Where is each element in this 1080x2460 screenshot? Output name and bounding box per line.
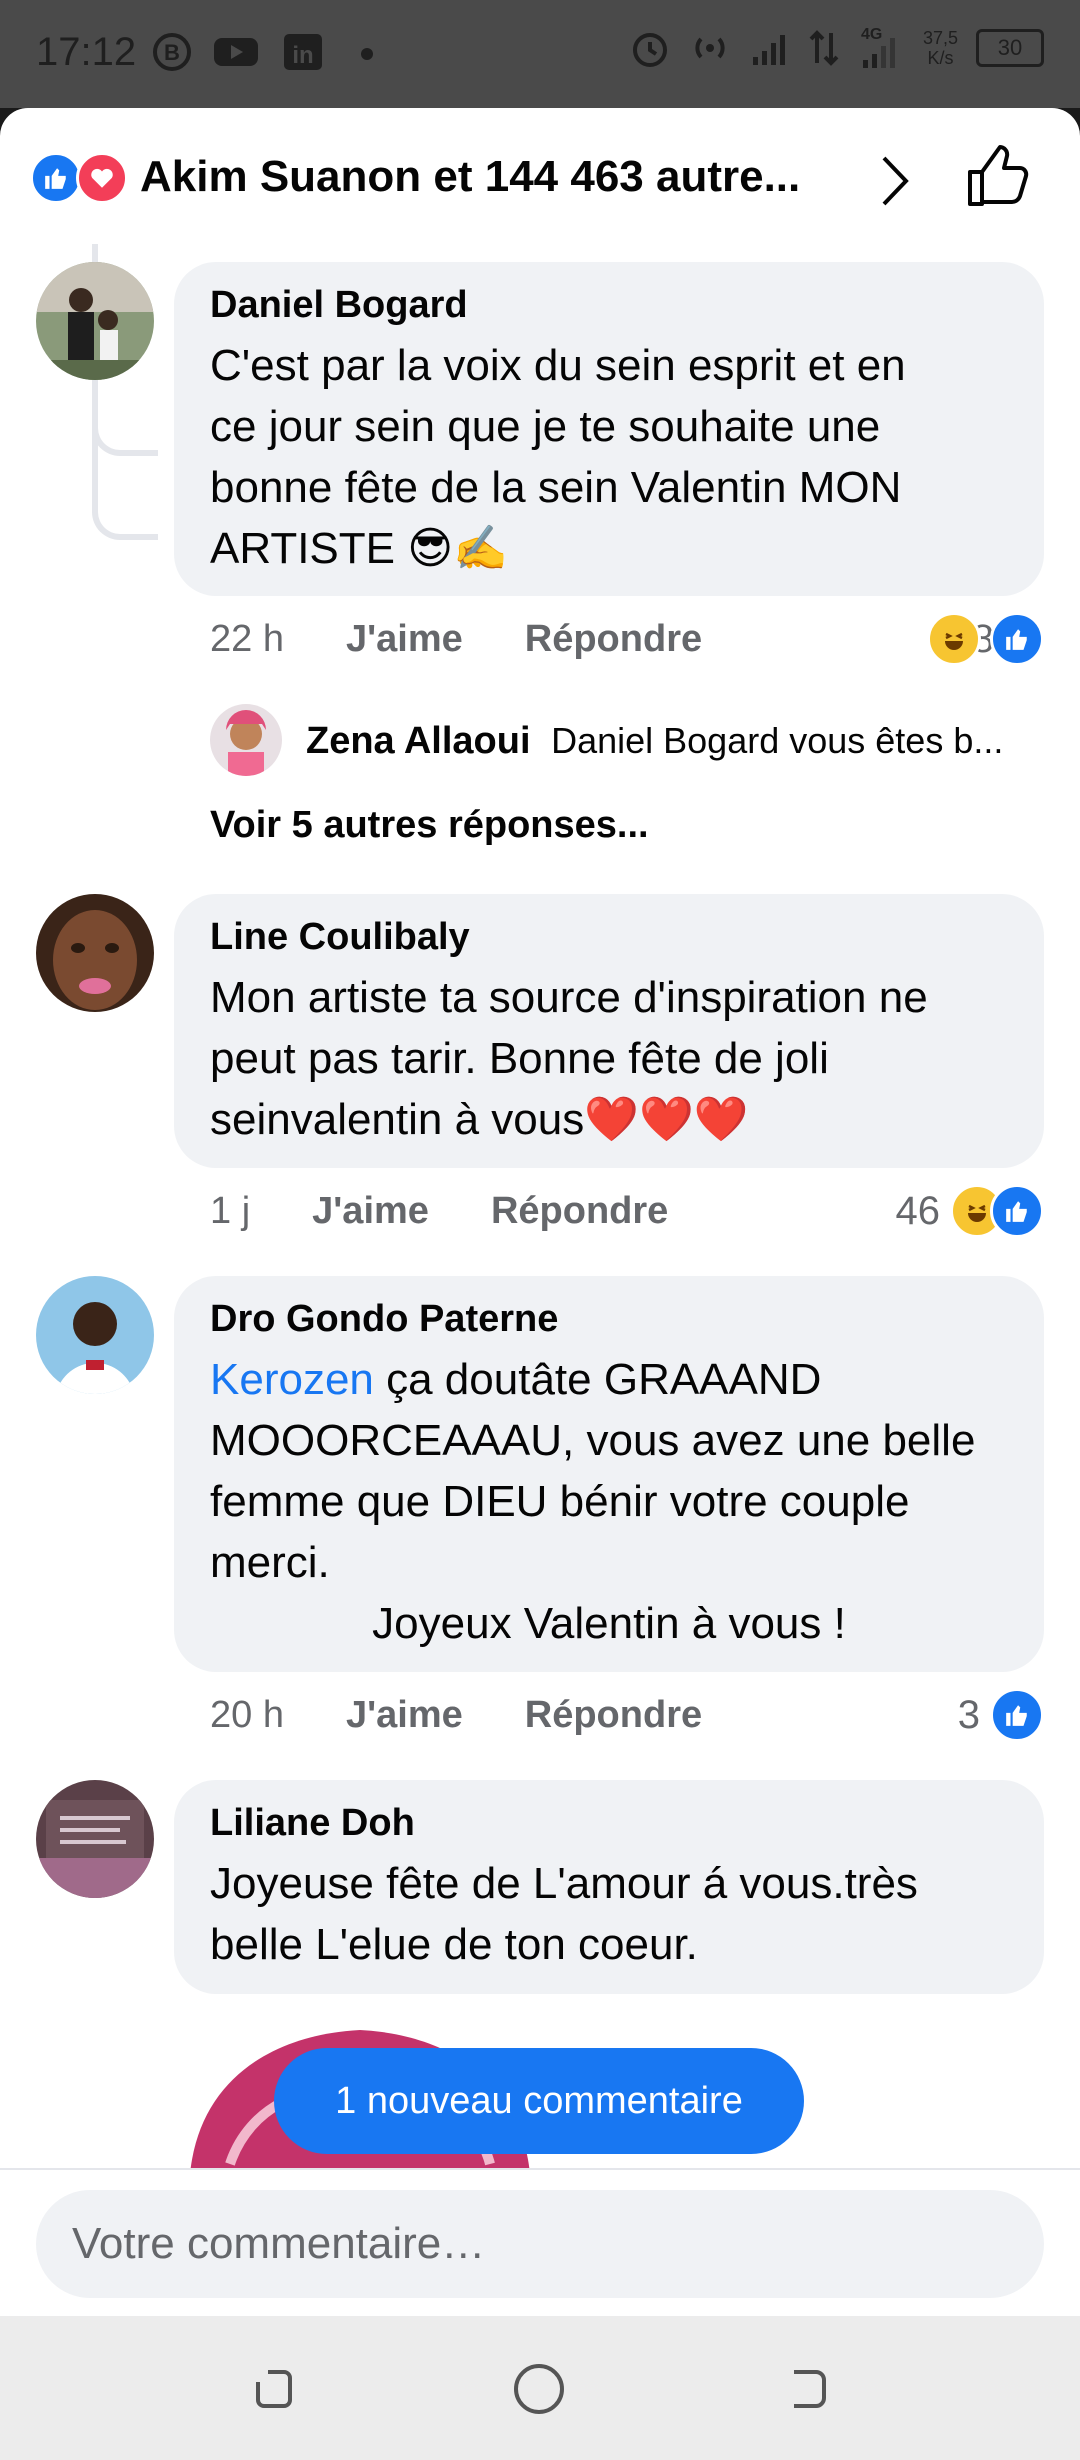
comment-time: 22 h — [210, 618, 284, 660]
dot-icon — [361, 48, 373, 60]
reply-link[interactable]: Répondre — [491, 1190, 668, 1233]
like-link[interactable]: J'aime — [346, 1694, 463, 1737]
new-comment-button[interactable]: 1 nouveau commentaire — [274, 2048, 804, 2154]
reaction-count: 46 — [895, 1188, 941, 1233]
avatar[interactable] — [36, 1276, 154, 1394]
reactions-summary[interactable]: Akim Suanon et 144 463 autre... — [140, 152, 800, 202]
battery-indicator: 30 — [976, 29, 1044, 67]
reply-text: Daniel Bogard vous êtes b... — [551, 720, 1004, 761]
like-button-icon[interactable] — [966, 144, 1030, 208]
linkedin-icon: in — [284, 34, 322, 70]
view-more-replies-link[interactable]: Voir 5 autres réponses... — [210, 804, 649, 847]
svg-text:B: B — [164, 40, 180, 65]
comment-bubble[interactable]: Daniel Bogard C'est par la voix du sein … — [174, 262, 1044, 596]
like-link[interactable]: J'aime — [312, 1190, 429, 1233]
comment-reactions[interactable]: 46 — [895, 1184, 1044, 1238]
home-icon[interactable] — [510, 2360, 568, 2418]
recents-icon[interactable] — [246, 2360, 302, 2416]
love-reaction-icon — [76, 152, 128, 204]
comment-text: Joyeuse fête de L'amour á vous.très bell… — [210, 1859, 918, 1969]
b-app-icon: B — [153, 33, 191, 71]
signal-icon — [752, 35, 785, 65]
reaction-count: 3 — [957, 1692, 980, 1737]
reply-link[interactable]: Répondre — [525, 1694, 702, 1737]
like-reaction-icon — [990, 612, 1044, 666]
like-reaction-icon — [990, 1688, 1044, 1742]
hotspot-icon — [695, 37, 725, 59]
like-link[interactable]: J'aime — [346, 618, 463, 661]
comment-text: Kerozen ça doutâte GRAAAND MOOORCEAAAU, … — [210, 1355, 976, 1648]
comment-reactions[interactable]: 148 — [927, 612, 1044, 666]
reply-link[interactable]: Répondre — [525, 618, 702, 661]
haha-reaction-icon — [927, 612, 982, 666]
status-bar: 17:12 B in 4G 37,5 K/s 30 — [0, 0, 1080, 108]
comment-actions: 22 h J'aime Répondre — [210, 618, 702, 661]
comment-input[interactable]: Votre commentaire… — [36, 2190, 1044, 2298]
comment-text: Mon artiste ta source d'inspiration ne p… — [210, 973, 928, 1144]
svg-text:in: in — [292, 42, 313, 69]
comment-bubble[interactable]: Line Coulibaly Mon artiste ta source d'i… — [174, 894, 1044, 1168]
comment-actions: 20 h J'aime Répondre — [210, 1694, 702, 1737]
data-transfer-icon — [809, 30, 839, 66]
youtube-icon — [214, 38, 258, 66]
comment-reactions[interactable]: 3 — [958, 1688, 1044, 1742]
reactions-header[interactable]: Akim Suanon et 144 463 autre... — [0, 108, 1080, 248]
comment-author[interactable]: Liliane Doh — [210, 1802, 1008, 1845]
avatar[interactable] — [36, 262, 154, 380]
comment-time: 1 j — [210, 1190, 251, 1232]
like-reaction-icon — [990, 1184, 1044, 1238]
alarm-icon — [632, 33, 667, 67]
comment-composer: Votre commentaire… — [0, 2168, 1080, 2318]
chevron-right-icon[interactable] — [880, 154, 910, 208]
avatar[interactable] — [210, 704, 282, 776]
like-reaction-icon — [30, 152, 82, 204]
network-speed: 37,5 K/s — [922, 28, 958, 68]
avatar[interactable] — [36, 894, 154, 1012]
system-nav-bar — [0, 2316, 1080, 2460]
comment-author[interactable]: Dro Gondo Paterne — [210, 1298, 1008, 1341]
signal-4g-icon: 4G — [857, 26, 905, 70]
comment-author[interactable]: Line Coulibaly — [210, 916, 1008, 959]
comment-bubble[interactable]: Dro Gondo Paterne Kerozen ça doutâte GRA… — [174, 1276, 1044, 1672]
mention-link[interactable]: Kerozen — [210, 1355, 374, 1404]
comment-text: C'est par la voix du sein esprit et en c… — [210, 341, 906, 573]
comment-bubble[interactable]: Liliane Doh Joyeuse fête de L'amour á vo… — [174, 1780, 1044, 1994]
reply-preview[interactable]: Zena Allaoui Daniel Bogard vous êtes b..… — [306, 720, 1003, 763]
status-time: 17:12 — [36, 30, 137, 74]
comment-time: 20 h — [210, 1694, 284, 1736]
reply-author[interactable]: Zena Allaoui — [306, 720, 531, 762]
comments-sheet: Akim Suanon et 144 463 autre... Daniel B… — [0, 108, 1080, 2168]
comment-actions: 1 j J'aime Répondre — [210, 1190, 668, 1233]
avatar[interactable] — [36, 1780, 154, 1898]
back-icon[interactable] — [780, 2360, 836, 2416]
comment-author[interactable]: Daniel Bogard — [210, 284, 1008, 327]
